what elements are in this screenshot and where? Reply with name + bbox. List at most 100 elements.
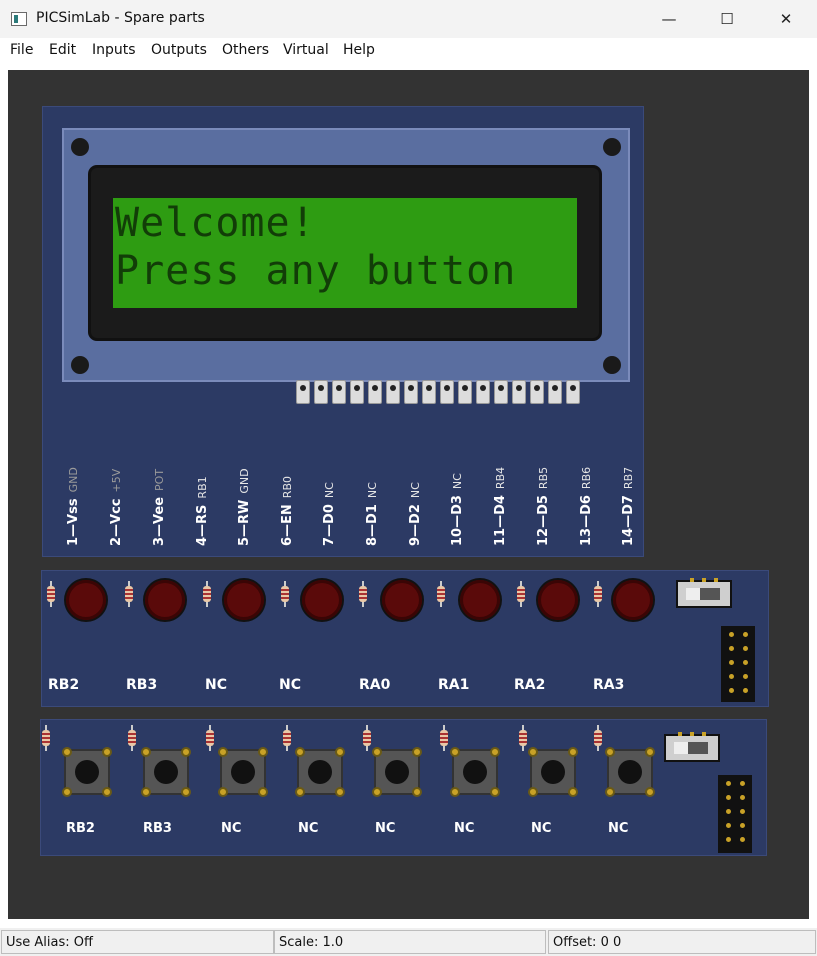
push-button[interactable] — [372, 747, 422, 797]
pin-signal: NC — [323, 482, 336, 499]
lcd-connector-pin — [332, 380, 346, 404]
close-button[interactable]: ✕ — [757, 0, 815, 38]
resistor-icon — [42, 725, 50, 751]
led-label: RA2 — [514, 677, 546, 693]
menu-edit[interactable]: Edit — [49, 42, 76, 58]
resistor-icon — [206, 725, 214, 751]
lcd-pin-label: 2—Vcc +5V — [105, 416, 124, 546]
resistor-icon — [519, 725, 527, 751]
slide-switch[interactable] — [664, 732, 720, 762]
status-bar: Use Alias: Off Scale: 1.0 Offset: 0 0 — [0, 928, 817, 956]
resistor-icon — [440, 725, 448, 751]
pin-name: 8—D1 — [365, 504, 380, 546]
led-icon — [224, 580, 264, 620]
lcd-connector-pin — [386, 380, 400, 404]
pin-signal: RB7 — [622, 466, 635, 490]
menu-others[interactable]: Others — [222, 42, 269, 58]
mount-hole — [603, 138, 621, 156]
push-buttons-part[interactable]: RB2 RB3 NC NC NC NC NC NC — [40, 719, 767, 856]
resistor-icon — [128, 725, 136, 751]
push-button[interactable] — [450, 747, 500, 797]
mount-hole — [71, 356, 89, 374]
led-label: RB3 — [126, 677, 158, 693]
push-button[interactable] — [528, 747, 578, 797]
pin-header — [718, 775, 752, 853]
pin-name: 13—D6 — [579, 495, 594, 546]
pin-signal: RB1 — [196, 476, 209, 499]
lcd-connector-pin — [296, 380, 310, 404]
push-button[interactable] — [605, 747, 655, 797]
resistor-icon — [359, 581, 367, 607]
led-label: RA0 — [359, 677, 391, 693]
pin-name: 1—Vss — [66, 498, 81, 546]
led-icon — [66, 580, 106, 620]
lcd-connector-pin — [404, 380, 418, 404]
menu-file[interactable]: File — [10, 42, 33, 58]
lcd-connector-pin — [440, 380, 454, 404]
lcd-pin-label: 3—Vee POT — [148, 416, 167, 546]
menu-inputs[interactable]: Inputs — [92, 42, 136, 58]
lcd-connector-pin — [548, 380, 562, 404]
led-label: NC — [279, 677, 301, 693]
lcd-connector-pin — [422, 380, 436, 404]
push-button[interactable] — [218, 747, 268, 797]
led-label: RB2 — [48, 677, 80, 693]
pin-name: 5—RW — [237, 499, 252, 546]
lcd-connector-pin — [494, 380, 508, 404]
resistor-icon — [594, 581, 602, 607]
led-icon — [145, 580, 185, 620]
lcd-pin-label: 10—D3 NC — [446, 416, 465, 546]
pin-name: 12—D5 — [536, 495, 551, 546]
pin-signal: NC — [451, 473, 464, 490]
maximize-button[interactable]: ☐ — [698, 0, 756, 38]
window-title: PICSimLab - Spare parts — [36, 10, 205, 26]
lcd-part[interactable]: Welcome! Press any button 1—Vss GND 2—Vcc +… — [42, 106, 644, 557]
resistor-icon — [281, 581, 289, 607]
lcd-screen: Welcome! Press any button — [113, 198, 577, 308]
menu-help[interactable]: Help — [343, 42, 375, 58]
led-label: RA3 — [593, 677, 625, 693]
button-label: NC — [454, 821, 475, 836]
lcd-connector-pin — [530, 380, 544, 404]
mount-hole — [71, 138, 89, 156]
lcd-connector-pin — [314, 380, 328, 404]
lcd-pin-label: 11—D4 RB4 — [489, 416, 508, 546]
lcd-connector-pin — [566, 380, 580, 404]
lcd-pin-label: 9—D2 NC — [404, 416, 423, 546]
pin-name: 4—RS — [195, 504, 210, 546]
pin-signal: RB6 — [580, 466, 593, 490]
led-icon — [613, 580, 653, 620]
menu-virtual[interactable]: Virtual — [283, 42, 329, 58]
led-icon — [538, 580, 578, 620]
led-icon — [302, 580, 342, 620]
push-button[interactable] — [141, 747, 191, 797]
resistor-icon — [517, 581, 525, 607]
workspace-canvas[interactable]: Welcome! Press any button 1—Vss GND 2—Vcc +… — [8, 70, 809, 919]
pin-signal: +5V — [110, 468, 123, 493]
menu-outputs[interactable]: Outputs — [151, 42, 207, 58]
resistor-icon — [437, 581, 445, 607]
title-bar: PICSimLab - Spare parts — ☐ ✕ — [0, 0, 817, 38]
button-label: RB2 — [66, 821, 95, 836]
pin-name: 6—EN — [280, 504, 295, 546]
lcd-connector-pin — [350, 380, 364, 404]
minimize-button[interactable]: — — [640, 0, 698, 38]
led-bar-part[interactable]: RB2 RB3 NC NC RA0 RA1 RA2 RA3 — [41, 570, 769, 707]
slide-switch[interactable] — [676, 578, 732, 608]
lcd-pin-label: 4—RS RB1 — [191, 416, 210, 546]
push-button[interactable] — [62, 747, 112, 797]
menu-bar: File Edit Inputs Outputs Others Virtual … — [0, 38, 817, 63]
push-button[interactable] — [295, 747, 345, 797]
lcd-pin-label: 1—Vss GND — [62, 416, 81, 546]
status-scale: Scale: 1.0 — [274, 930, 546, 954]
lcd-line-1: Welcome! — [115, 200, 316, 246]
app-icon — [11, 12, 27, 26]
lcd-pin-label: 8—D1 NC — [361, 416, 380, 546]
button-label: NC — [375, 821, 396, 836]
pin-name: 11—D4 — [493, 495, 508, 546]
lcd-pin-label: 14—D7 RB7 — [617, 416, 636, 546]
resistor-icon — [125, 581, 133, 607]
lcd-connector-pin — [512, 380, 526, 404]
resistor-icon — [203, 581, 211, 607]
pin-name: 7—D0 — [322, 504, 337, 546]
